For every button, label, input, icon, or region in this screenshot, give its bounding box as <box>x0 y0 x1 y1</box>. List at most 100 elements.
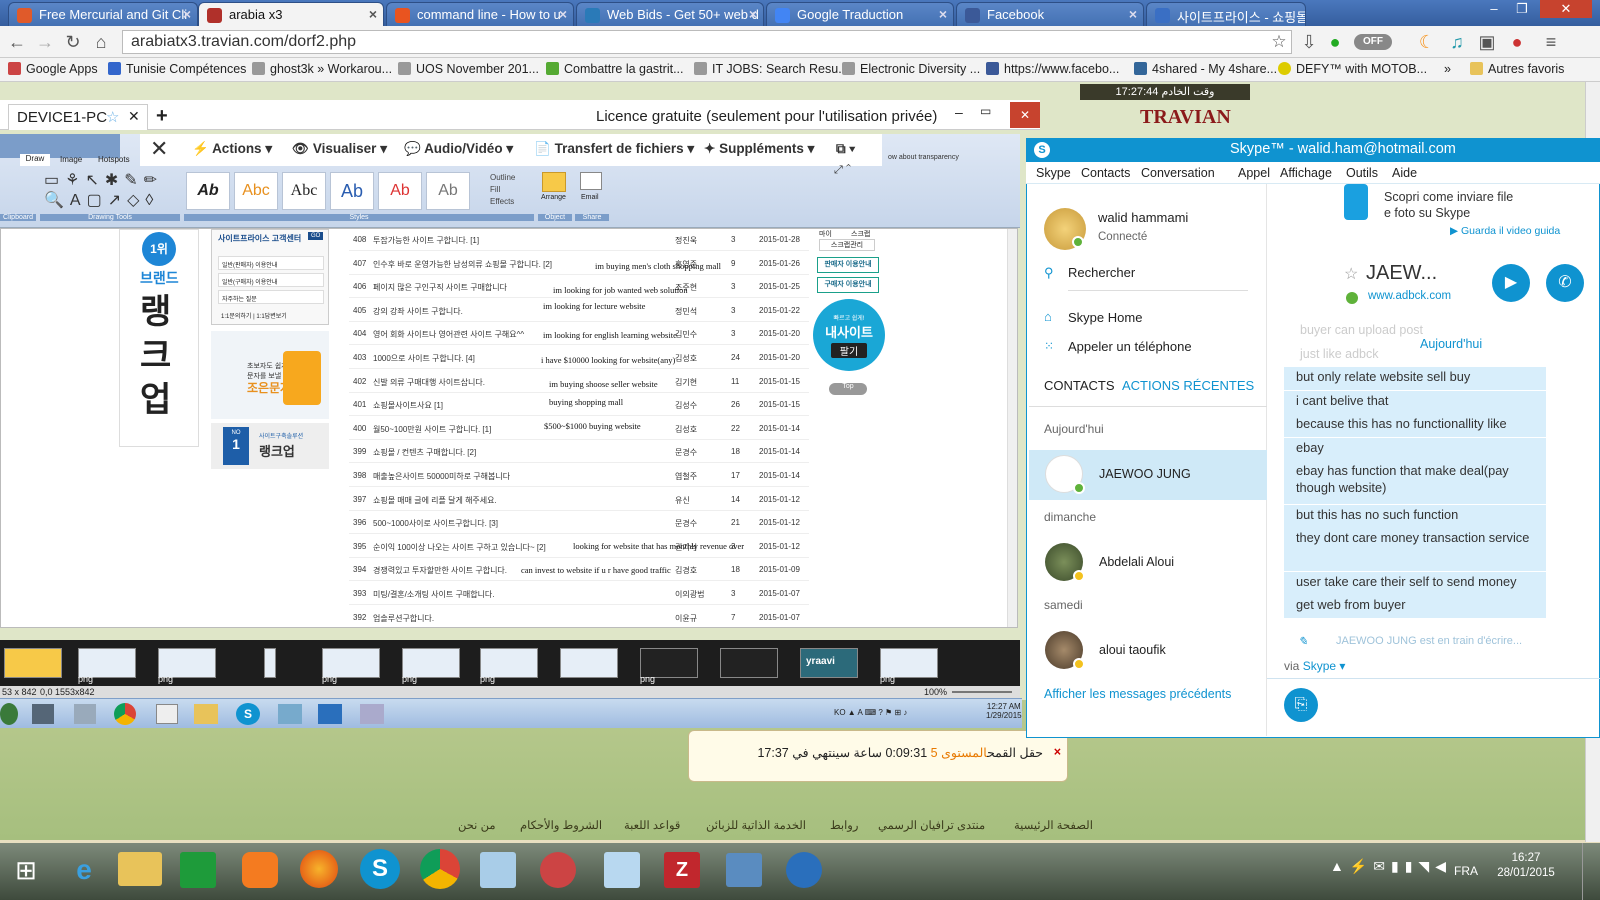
thumbnail[interactable] <box>264 648 276 678</box>
close-tab-icon[interactable]: × <box>369 6 377 22</box>
footer-link-home[interactable]: الصفحة الرئيسية <box>1014 818 1093 832</box>
xampp-icon[interactable] <box>242 852 278 888</box>
thumbnail[interactable] <box>4 648 62 678</box>
menu-conversation[interactable]: Conversation <box>1141 166 1215 180</box>
minimize-button[interactable]: – <box>1480 0 1508 18</box>
footer-link-selfservice[interactable]: الخدمة الذاتية للزبائن <box>706 818 806 832</box>
drawing-tools-grid[interactable]: ▭⚘↖✱✎✏ 🔍A▢↗◇◊ <box>44 170 174 210</box>
service-link[interactable]: 일반(구매자) 이용안내 <box>218 273 324 287</box>
window-mode-icon[interactable]: ⧉ ▾ <box>836 141 855 157</box>
buyer-guide-link[interactable]: 구매자 이용안내 <box>817 277 879 293</box>
address-bar[interactable]: arabiatx3.travian.com/dorf2.php <box>122 30 1292 54</box>
bookmark-ghost3k[interactable]: ghost3k » Workarou... <box>252 62 392 76</box>
other-bookmarks[interactable]: Autres favoris <box>1470 62 1564 76</box>
call-button[interactable]: ✆ <box>1546 264 1584 302</box>
cell-title[interactable]: 1000으로 사이트 구합니다. [4] <box>373 353 475 364</box>
call-phone-link[interactable]: Appeler un téléphone <box>1068 339 1192 354</box>
canvas-scrollbar[interactable] <box>1007 229 1017 627</box>
cell-title[interactable]: 강의 강좌 사이트 구합니다. <box>373 306 463 317</box>
cell-title[interactable]: 쇼핑몰 매매 글에 리플 달게 해주세요. <box>373 495 497 506</box>
table-row[interactable]: 392 업솔루션구합니다. 이윤규 7 2015-01-07 <box>349 607 809 627</box>
style-sample[interactable]: Ab <box>378 172 422 210</box>
video-call-button[interactable]: ▶ <box>1492 264 1530 302</box>
tab-arabia-x3[interactable]: arabia x3 × <box>198 2 384 26</box>
tab-contacts[interactable]: CONTACTS <box>1044 378 1115 393</box>
folder-icon[interactable] <box>194 704 218 724</box>
close-tab-icon[interactable]: × <box>1129 6 1137 22</box>
close-icon[interactable]: ✕ <box>150 136 168 162</box>
forward-icon[interactable]: → <box>34 31 56 53</box>
tab-siteprice[interactable]: 사이트프라이스 - 쇼핑몰 <box>1146 2 1306 26</box>
tray-language[interactable]: KO ▲ A ⌨ ? ⚑ ⊞ ♪ <box>834 708 907 717</box>
taskbar-app-icon[interactable] <box>278 704 302 724</box>
chrome-icon[interactable] <box>420 849 460 889</box>
cell-title[interactable]: 미팅/결혼/소개팅 사이트 구매합니다. <box>373 589 495 600</box>
close-icon[interactable]: ✕ <box>128 108 140 125</box>
style-sample[interactable]: Ab <box>186 172 230 210</box>
start-orb-icon[interactable] <box>0 703 18 725</box>
input-language[interactable]: FRA <box>1454 864 1478 878</box>
bookmark-defy[interactable]: DEFY™ with MOTOB... <box>1278 62 1427 76</box>
inquiry-links[interactable]: 1:1문의하기 | 1:1답변보기 <box>218 308 324 322</box>
cell-title[interactable]: 페이지 많은 구인구직 사이트 구매합니다 <box>373 282 507 293</box>
ribbon-tab-hotspots[interactable]: Hotspots <box>98 155 130 164</box>
style-sample[interactable]: Ab <box>426 172 470 210</box>
close-tab-icon[interactable]: × <box>939 6 947 22</box>
footer-link-forum[interactable]: منتدى ترافيان الرسمي <box>878 818 985 832</box>
via-skype-selector[interactable]: via Skype ▾ <box>1284 659 1345 673</box>
cell-title[interactable]: 신발 의류 구매대행 사이트삽니다. <box>373 377 485 388</box>
bookmark-4shared[interactable]: 4shared - My 4share... <box>1134 62 1277 76</box>
adblock-icon[interactable]: ● <box>1506 31 1528 53</box>
arrange-icon[interactable] <box>542 172 566 192</box>
star-icon[interactable]: ☆ <box>106 108 119 126</box>
cell-title[interactable]: 쇼핑몰 / 컨텐츠 구매합니다. [2] <box>373 447 476 458</box>
style-options[interactable]: Outline Fill Effects <box>490 172 515 208</box>
service-link[interactable]: 자주하는 질문 <box>218 290 324 304</box>
filezilla-icon[interactable]: Z <box>664 852 700 888</box>
home-icon[interactable]: ⌂ <box>90 31 112 53</box>
cell-title[interactable]: 영어 회화 사이트나 영어관련 사이트 구해요^^ <box>373 329 524 340</box>
scrap-manage-button[interactable]: 스크랩관리 <box>819 239 875 251</box>
chat-contact-mood[interactable]: www.adbck.com <box>1368 290 1451 302</box>
tab-recent-actions[interactable]: ACTIONS RÉCENTES <box>1122 378 1254 393</box>
minimize-button[interactable]: – <box>955 104 963 120</box>
contact-aloui-taoufik[interactable]: aloui taoufik <box>1029 626 1267 676</box>
system-clock[interactable]: 16:27 28/01/2015 <box>1496 851 1556 881</box>
table-row[interactable]: 408 투잡가능한 사이트 구합니다. [1] 정진욱 3 2015-01-28 <box>349 229 809 251</box>
bookmark-electronic[interactable]: Electronic Diversity ... <box>842 62 980 76</box>
email-button[interactable]: Email <box>581 194 599 201</box>
menu-contacts[interactable]: Contacts <box>1081 166 1130 180</box>
view-menu[interactable]: 👁 Visualiser ▾ <box>292 141 387 157</box>
show-desktop-button[interactable] <box>1582 843 1600 900</box>
close-tab-icon[interactable]: × <box>183 6 191 22</box>
collapse-icon[interactable]: ⤢ ⌃ <box>834 164 851 177</box>
tab-askubuntu[interactable]: command line - How to u × <box>386 2 574 26</box>
star-icon[interactable]: ☆ <box>1268 31 1290 53</box>
arrange-button[interactable]: Arrange <box>541 194 566 201</box>
taskbar-app-icon[interactable] <box>360 704 384 724</box>
favorite-star-icon[interactable]: ☆ <box>1344 264 1358 284</box>
style-sample[interactable]: Ab <box>330 172 374 210</box>
bookmark-uos[interactable]: UOS November 201... <box>398 62 539 76</box>
cell-title[interactable]: 쇼핑몰사이트사요 [1] <box>373 400 443 411</box>
maximize-button[interactable]: ▭ <box>980 104 991 118</box>
bookmark-gastrite[interactable]: Combattre la gastrit... <box>546 62 684 76</box>
skype-icon[interactable]: S <box>360 849 400 889</box>
cell-title[interactable]: 투잡가능한 사이트 구합니다. [1] <box>373 235 479 246</box>
user-name[interactable]: walid hammami <box>1098 210 1188 225</box>
extras-menu[interactable]: ✦ Suppléments ▾ <box>704 141 814 157</box>
app-icon[interactable] <box>726 853 762 887</box>
chrome-icon[interactable] <box>114 703 136 725</box>
audio-video-menu[interactable]: 💬 Audio/Vidéo ▾ <box>404 141 513 157</box>
close-window-button[interactable]: ✕ <box>1010 102 1040 128</box>
cell-title[interactable]: 경쟁력있고 투자할만한 사이트 구합니다. <box>373 565 507 576</box>
zoom-slider[interactable] <box>952 691 1012 693</box>
teamviewer-icon[interactable] <box>318 704 342 724</box>
menu-appel[interactable]: Appel <box>1238 166 1270 180</box>
quick-tab-my[interactable]: 마이 <box>819 229 832 239</box>
app-icon[interactable] <box>540 852 576 888</box>
user-status[interactable]: Connecté <box>1098 231 1147 243</box>
taskbar-app-icon[interactable] <box>32 704 54 724</box>
quick-tab-scrap[interactable]: 스크랩 <box>851 229 870 239</box>
thumbnail[interactable] <box>560 648 618 678</box>
